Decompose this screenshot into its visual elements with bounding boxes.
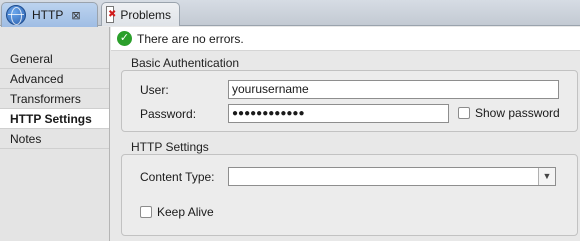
show-password-row[interactable]: Show password <box>458 106 560 120</box>
validation-status: ✓ There are no errors. <box>111 27 580 51</box>
nav-item-transformers[interactable]: Transformers <box>0 89 109 109</box>
keep-alive-checkbox[interactable] <box>140 206 152 218</box>
nav-item-general[interactable]: General <box>0 49 109 69</box>
check-icon: ✓ <box>117 31 132 46</box>
keep-alive-row[interactable]: Keep Alive <box>140 205 214 219</box>
keep-alive-label: Keep Alive <box>157 205 214 219</box>
http-settings-title: HTTP Settings <box>131 140 209 154</box>
editor-tab-strip: HTTP ⊠ Problems <box>0 0 580 27</box>
tab-http[interactable]: HTTP ⊠ <box>1 2 98 27</box>
basic-auth-group: User: yourusername Password: ●●●●●●●●●●●… <box>121 70 578 132</box>
tab-http-label: HTTP <box>32 8 64 22</box>
nav-item-http-settings[interactable]: HTTP Settings <box>0 109 109 129</box>
status-message: There are no errors. <box>137 31 244 46</box>
problems-icon <box>106 6 117 23</box>
nav-item-notes[interactable]: Notes <box>0 129 109 149</box>
http-settings-group: Content Type: ▼ Keep Alive <box>121 154 578 236</box>
main-panel: Basic Authentication User: yourusername … <box>111 52 580 241</box>
nav-item-advanced[interactable]: Advanced <box>0 69 109 89</box>
close-icon[interactable]: ⊠ <box>71 9 80 22</box>
basic-auth-title: Basic Authentication <box>131 56 240 70</box>
show-password-label: Show password <box>475 106 560 120</box>
globe-icon <box>6 5 26 25</box>
password-field[interactable]: ●●●●●●●●●●●● <box>228 104 449 123</box>
user-label: User: <box>140 83 169 97</box>
content-type-select[interactable]: ▼ <box>228 167 556 186</box>
content-type-label: Content Type: <box>140 170 215 184</box>
show-password-checkbox[interactable] <box>458 107 470 119</box>
settings-nav: General Advanced Transformers HTTP Setti… <box>0 27 110 241</box>
tab-problems-label: Problems <box>120 7 171 22</box>
password-label: Password: <box>140 107 197 121</box>
tab-problems[interactable]: Problems <box>101 2 180 26</box>
user-input[interactable]: yourusername <box>228 80 559 99</box>
chevron-down-icon[interactable]: ▼ <box>538 168 555 185</box>
